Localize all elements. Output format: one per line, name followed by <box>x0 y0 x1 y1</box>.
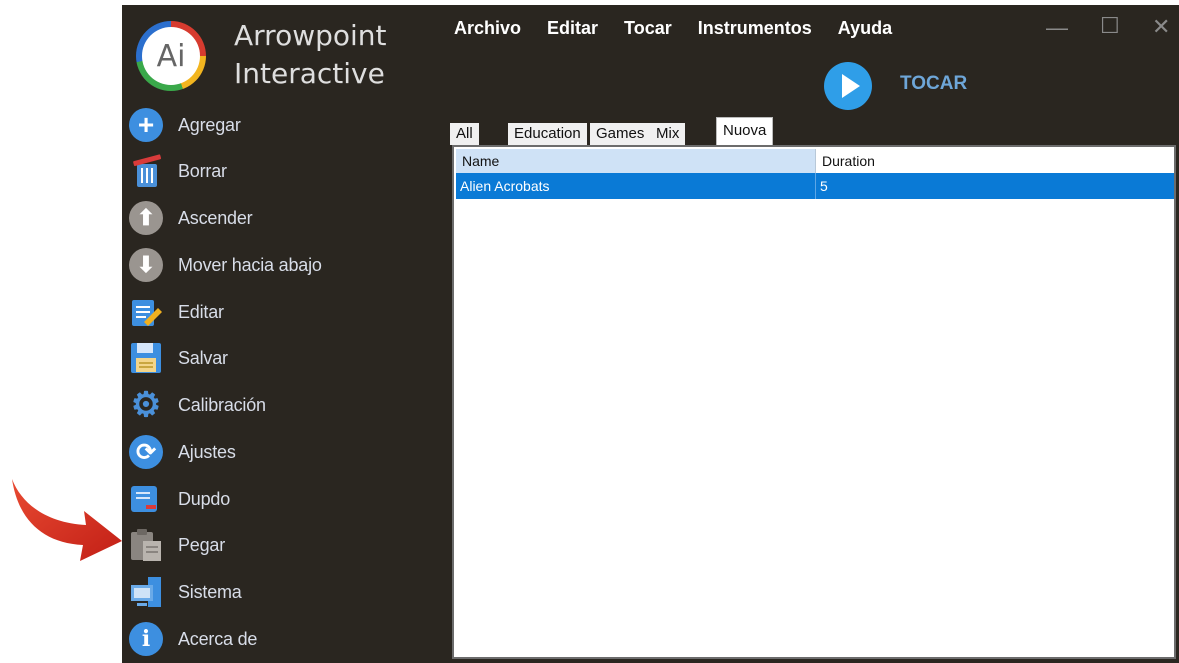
tab-games[interactable]: Games <box>590 123 651 145</box>
sidebar-item-editar[interactable]: Editar <box>128 290 428 334</box>
menu-tocar[interactable]: Tocar <box>624 18 672 39</box>
cell-name: Alien Acrobats <box>456 173 816 199</box>
sidebar: + Agregar Borrar ⬆ Ascender ⬇ Mover haci… <box>122 5 442 663</box>
paste-icon <box>128 527 164 563</box>
sidebar-item-dupdo[interactable]: Dupdo <box>128 477 428 521</box>
refresh-icon: ⟳ <box>128 434 164 470</box>
sidebar-item-label: Calibración <box>178 394 266 415</box>
sidebar-item-ajustes[interactable]: ⟳ Ajustes <box>128 430 428 474</box>
cell-duration: 5 <box>820 178 828 194</box>
tab-education[interactable]: Education <box>508 123 587 145</box>
copy-icon <box>128 481 164 517</box>
sidebar-item-label: Sistema <box>178 581 242 602</box>
app-window: Ai Arrowpoint Interactive + Agregar Borr… <box>122 5 1179 663</box>
category-tabs: All Education Games Mix Nuova <box>450 117 1179 146</box>
sidebar-item-label: Dupdo <box>178 488 231 509</box>
sidebar-item-label: Ascender <box>178 207 253 228</box>
maximize-button[interactable]: ☐ <box>1100 13 1120 39</box>
gear-icon: ⚙ <box>130 386 162 424</box>
info-icon: i <box>128 621 164 657</box>
sidebar-item-label: Agregar <box>178 114 241 135</box>
list-header: Name Duration <box>456 149 1174 173</box>
arrow-down-icon: ⬇ <box>128 247 164 283</box>
sidebar-item-ascender[interactable]: ⬆ Ascender <box>128 196 428 240</box>
menu-instrumentos[interactable]: Instrumentos <box>698 18 812 39</box>
song-list: Name Duration Alien Acrobats 5 <box>452 145 1176 659</box>
column-header-name[interactable]: Name <box>456 149 816 173</box>
minimize-button[interactable]: — <box>1046 15 1068 41</box>
arrow-up-icon: ⬆ <box>128 200 164 236</box>
trash-icon <box>128 153 164 189</box>
close-button[interactable]: ✕ <box>1152 14 1170 40</box>
sidebar-item-label: Borrar <box>178 160 227 181</box>
sidebar-item-acerca-de[interactable]: i Acerca de <box>128 617 428 661</box>
sidebar-item-sistema[interactable]: Sistema <box>128 570 428 614</box>
sidebar-item-agregar[interactable]: + Agregar <box>128 103 428 147</box>
play-button[interactable] <box>824 62 872 110</box>
column-header-duration[interactable]: Duration <box>816 149 1174 173</box>
sidebar-item-mover-abajo[interactable]: ⬇ Mover hacia abajo <box>128 243 428 287</box>
menu-archivo[interactable]: Archivo <box>454 18 521 39</box>
system-icon <box>128 574 164 610</box>
menu-ayuda[interactable]: Ayuda <box>838 18 892 39</box>
sidebar-item-label: Editar <box>178 301 224 322</box>
menu-bar: Archivo Editar Tocar Instrumentos Ayuda <box>454 18 918 39</box>
sidebar-item-label: Pegar <box>178 534 226 555</box>
tab-mix[interactable]: Mix <box>650 123 686 145</box>
menu-editar[interactable]: Editar <box>547 18 598 39</box>
tab-all[interactable]: All <box>450 123 479 145</box>
save-icon <box>128 340 164 376</box>
sidebar-item-pegar[interactable]: Pegar <box>128 523 428 567</box>
sidebar-item-label: Acerca de <box>178 628 258 649</box>
sidebar-item-borrar[interactable]: Borrar <box>128 149 428 193</box>
sidebar-item-calibracion[interactable]: ⚙ Calibración <box>128 383 428 427</box>
play-label[interactable]: TOCAR <box>900 73 967 95</box>
sidebar-item-salvar[interactable]: Salvar <box>128 336 428 380</box>
edit-icon <box>128 294 164 330</box>
sidebar-item-label: Salvar <box>178 347 228 368</box>
sidebar-item-label: Mover hacia abajo <box>178 254 322 275</box>
red-arrow-annotation <box>12 479 122 561</box>
table-row[interactable]: Alien Acrobats 5 <box>456 173 1174 199</box>
tab-nuova[interactable]: Nuova <box>716 117 774 146</box>
add-icon: + <box>128 107 164 143</box>
sidebar-item-label: Ajustes <box>178 441 236 462</box>
